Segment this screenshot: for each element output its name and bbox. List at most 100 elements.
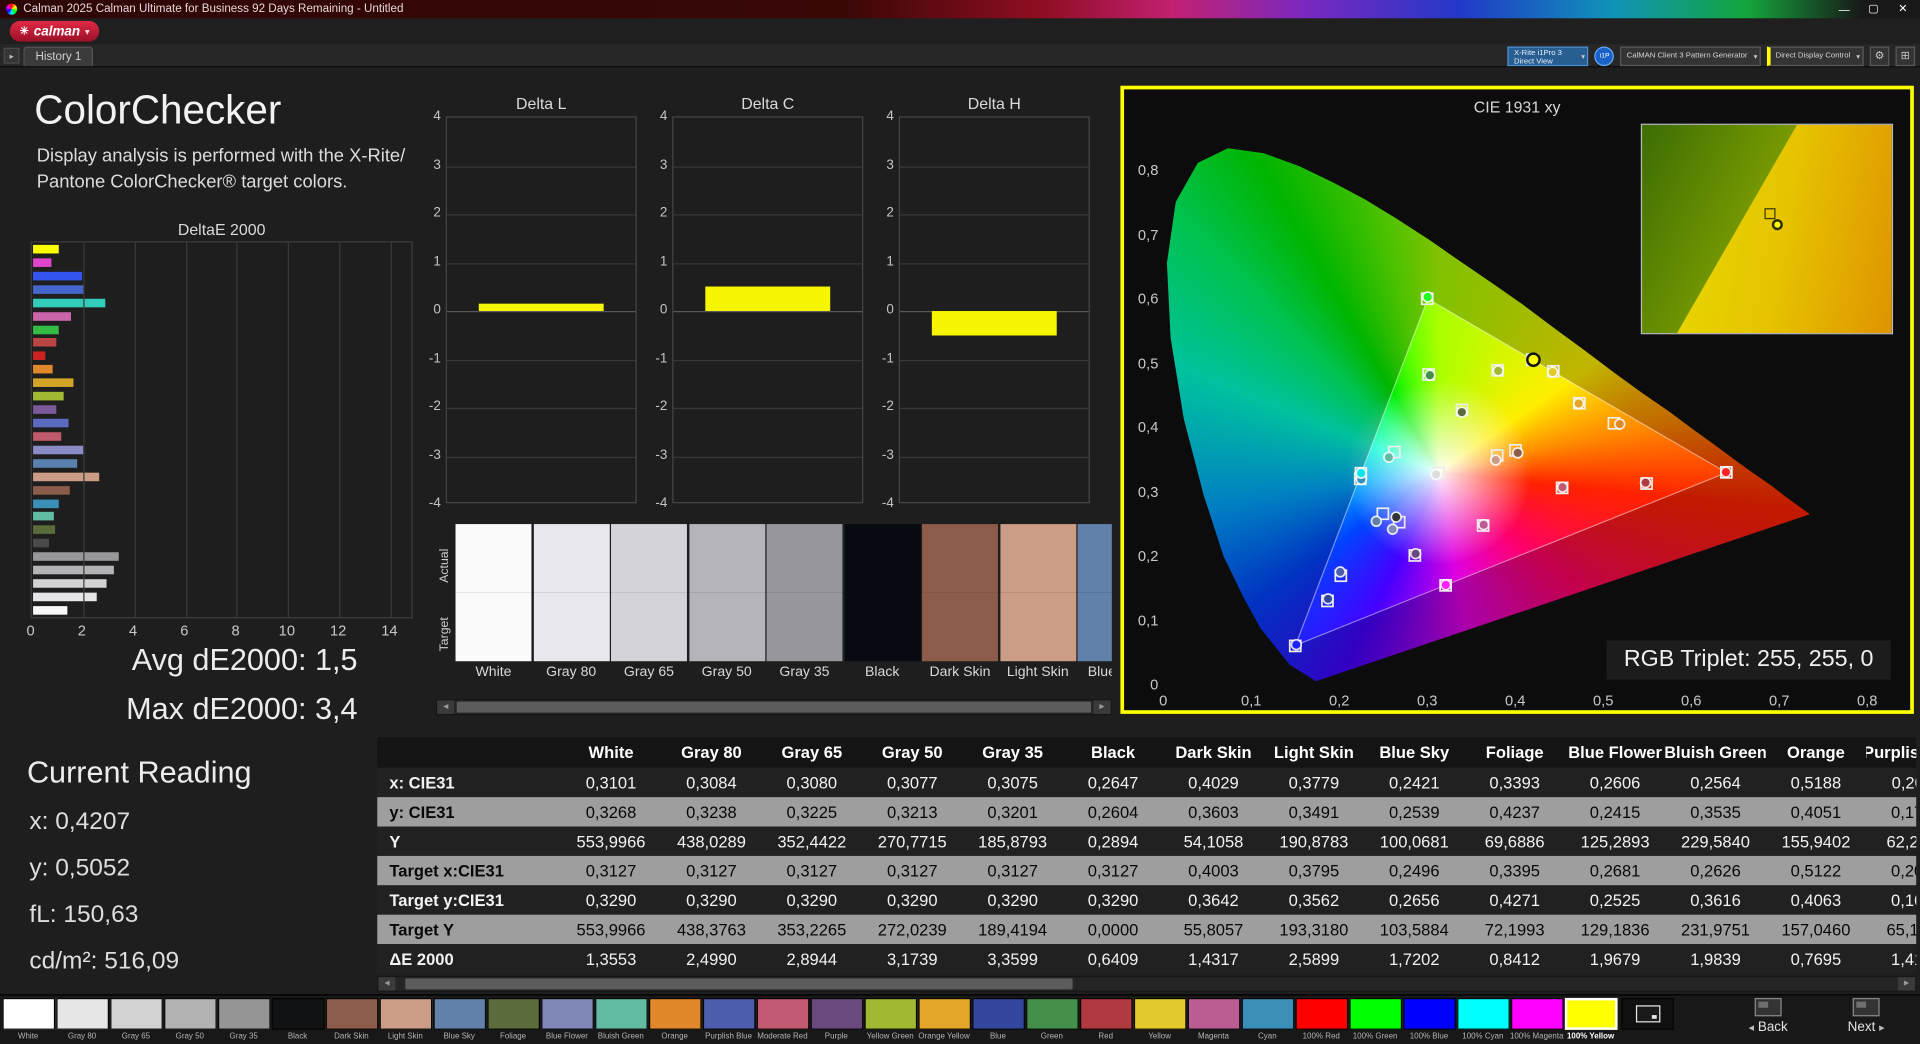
table-cell: 0,3077 <box>886 773 938 792</box>
scrollbar-right-arrow-icon[interactable]: ► <box>1093 700 1111 714</box>
tab-history-1[interactable]: History 1 <box>23 46 94 67</box>
delta-tick-label: 3 <box>886 157 894 173</box>
palette-swatch-gray-80[interactable]: Gray 80 <box>55 997 109 1043</box>
deltae-bar <box>33 565 115 575</box>
palette-swatch-yellow[interactable]: Yellow <box>1133 997 1187 1043</box>
maximize-icon[interactable]: ▢ <box>1859 0 1888 18</box>
palette-swatch-red[interactable]: Red <box>1079 997 1133 1043</box>
delta-chart-title: Delta L <box>515 94 567 113</box>
table-cell: 0,6409 <box>1087 949 1139 968</box>
swatch-strip-scrollbar[interactable]: ◄ ► <box>435 699 1112 716</box>
display-control-selector[interactable]: Direct Display Control ▾ <box>1767 45 1864 66</box>
palette-swatch-bluish-green[interactable]: Bluish Green <box>594 997 648 1043</box>
palette-swatch-purplish-blue[interactable]: Purplish Blue <box>702 997 756 1043</box>
minimize-icon[interactable]: — <box>1829 0 1858 18</box>
deltae-bar <box>33 392 64 401</box>
inset-gamut-wedge <box>1642 124 1797 334</box>
row-label: Target Y <box>389 920 455 939</box>
table-cell: 0,3290 <box>786 890 838 910</box>
scrollbar-thumb[interactable] <box>456 701 1092 713</box>
palette-swatch-blue[interactable]: Blue <box>971 997 1025 1043</box>
palette-swatch-moderate-red[interactable]: Moderate Red <box>756 997 810 1043</box>
meter-badge-icon[interactable]: i1P <box>1594 45 1615 66</box>
palette-swatch-magenta[interactable]: Magenta <box>1187 997 1241 1043</box>
column-header: Purplish Blue <box>1866 743 1916 762</box>
deltae-bar-row <box>33 565 411 575</box>
delta-tick-label: -1 <box>428 350 441 366</box>
app-icon <box>6 3 18 15</box>
palette-swatch-dark-skin[interactable]: Dark Skin <box>324 997 378 1043</box>
layout-grid-icon[interactable]: ⊞ <box>1895 45 1916 66</box>
palette-swatch-white[interactable]: White <box>1 997 55 1043</box>
table-cell: 0,3795 <box>1288 861 1340 880</box>
table-cell: 0,3084 <box>686 773 737 792</box>
palette-swatch-cyan[interactable]: Cyan <box>1240 997 1294 1043</box>
swatch-label: White <box>17 1032 39 1041</box>
swatch-column: Blue Sky <box>1077 520 1112 687</box>
delta-chart-ylabels: 4 3 2 1 0 -1 -2 -3 -4 <box>877 109 897 511</box>
table-cell: 125,2893 <box>1580 832 1650 851</box>
back-arrow-icon: ◂ <box>1748 1021 1755 1034</box>
table-cell: 0,4271 <box>1489 890 1540 910</box>
table-row: Y 553,9966 438,0289 352,4422 270,7715 185,879… <box>377 826 1917 856</box>
pattern-generator-selector[interactable]: CalMAN Client 3 Pattern Generator ▾ <box>1620 45 1761 66</box>
scrollbar-right-arrow-icon[interactable]: ► <box>1897 977 1916 991</box>
table-cell: 2,4990 <box>686 949 737 968</box>
column-header: Black <box>1091 743 1136 762</box>
table-scrollbar[interactable]: ◄ ► <box>377 975 1917 992</box>
palette-swatch-orange[interactable]: Orange <box>648 997 702 1043</box>
gear-icon[interactable]: ⚙ <box>1869 45 1890 66</box>
history-expand-icon[interactable]: ▸ <box>3 47 20 64</box>
deltae-tick-label: 2 <box>77 622 86 640</box>
swatch-color <box>1187 997 1240 1030</box>
delta-chart-ylabels: 4 3 2 1 0 -1 -2 -3 -4 <box>650 109 670 511</box>
cie-measured-marker <box>1390 511 1402 523</box>
palette-swatch-blue-sky[interactable]: Blue Sky <box>432 997 486 1043</box>
scrollbar-left-arrow-icon[interactable]: ◄ <box>437 700 455 714</box>
table-cell: 0,8412 <box>1489 949 1540 968</box>
table-cell: 0,2681 <box>1589 861 1641 880</box>
delta-tick-label: 0 <box>659 302 668 318</box>
back-button-label: Back <box>1757 1020 1788 1035</box>
back-button[interactable]: ◂ Back <box>1722 997 1815 1043</box>
close-icon[interactable]: ✕ <box>1888 0 1917 18</box>
table-cell: 0,3562 <box>1288 890 1340 910</box>
palette-swatch-100-green[interactable]: 100% Green <box>1348 997 1402 1043</box>
palette-swatch-yellow-green[interactable]: Yellow Green <box>863 997 917 1043</box>
cie-y-tick-label: 0 <box>1150 675 1159 694</box>
palette-swatch-light-skin[interactable]: Light Skin <box>378 997 432 1043</box>
table-cell: 0,3290 <box>886 890 938 910</box>
palette-swatch-orange-yellow[interactable]: Orange Yellow <box>917 997 971 1043</box>
scrollbar-thumb[interactable] <box>405 978 1073 990</box>
pattern-window-button[interactable] <box>1621 997 1674 1030</box>
scrollbar-left-arrow-icon[interactable]: ◄ <box>378 977 396 991</box>
palette-swatch-foliage[interactable]: Foliage <box>486 997 540 1043</box>
palette-swatch-green[interactable]: Green <box>1025 997 1079 1043</box>
next-button[interactable]: Next ▸ <box>1820 997 1913 1043</box>
table-cell: 0,3779 <box>1288 773 1340 792</box>
swatch-name: Black <box>865 664 900 680</box>
palette-swatch-gray-35[interactable]: Gray 35 <box>217 997 271 1043</box>
delta-tick-label: -2 <box>881 399 894 414</box>
palette-swatch-purple[interactable]: Purple <box>809 997 863 1043</box>
palette-swatch-blue-flower[interactable]: Blue Flower <box>540 997 594 1043</box>
palette-swatch-100-red[interactable]: 100% Red <box>1294 997 1348 1043</box>
palette-swatch-100-yellow[interactable]: 100% Yellow <box>1564 997 1618 1043</box>
palette-swatch-gray-50[interactable]: Gray 50 <box>163 997 217 1043</box>
table-cell: 193,3180 <box>1279 920 1349 939</box>
swatch-label: 100% Red <box>1302 1032 1340 1041</box>
cie-measured-marker <box>1386 523 1399 535</box>
palette-swatch-100-cyan[interactable]: 100% Cyan <box>1456 997 1510 1043</box>
table-cell: 553,9966 <box>576 920 646 939</box>
actual-swatch <box>688 524 765 593</box>
table-cell: 353,2265 <box>777 920 847 939</box>
swatch-label: Purplish Blue <box>705 1032 753 1041</box>
deltae-bar-row <box>33 351 411 361</box>
cie-x-tick-label: 0,1 <box>1241 691 1262 709</box>
calman-menu-button[interactable]: ✳ calman ▾ <box>9 20 100 42</box>
palette-swatch-100-blue[interactable]: 100% Blue <box>1402 997 1456 1043</box>
meter-selector[interactable]: X-Rite i1Pro 3 Direct View ▾ <box>1507 45 1589 66</box>
palette-swatch-black[interactable]: Black <box>271 997 325 1043</box>
palette-swatch-gray-65[interactable]: Gray 65 <box>109 997 163 1043</box>
palette-swatch-100-magenta[interactable]: 100% Magenta <box>1510 997 1564 1043</box>
